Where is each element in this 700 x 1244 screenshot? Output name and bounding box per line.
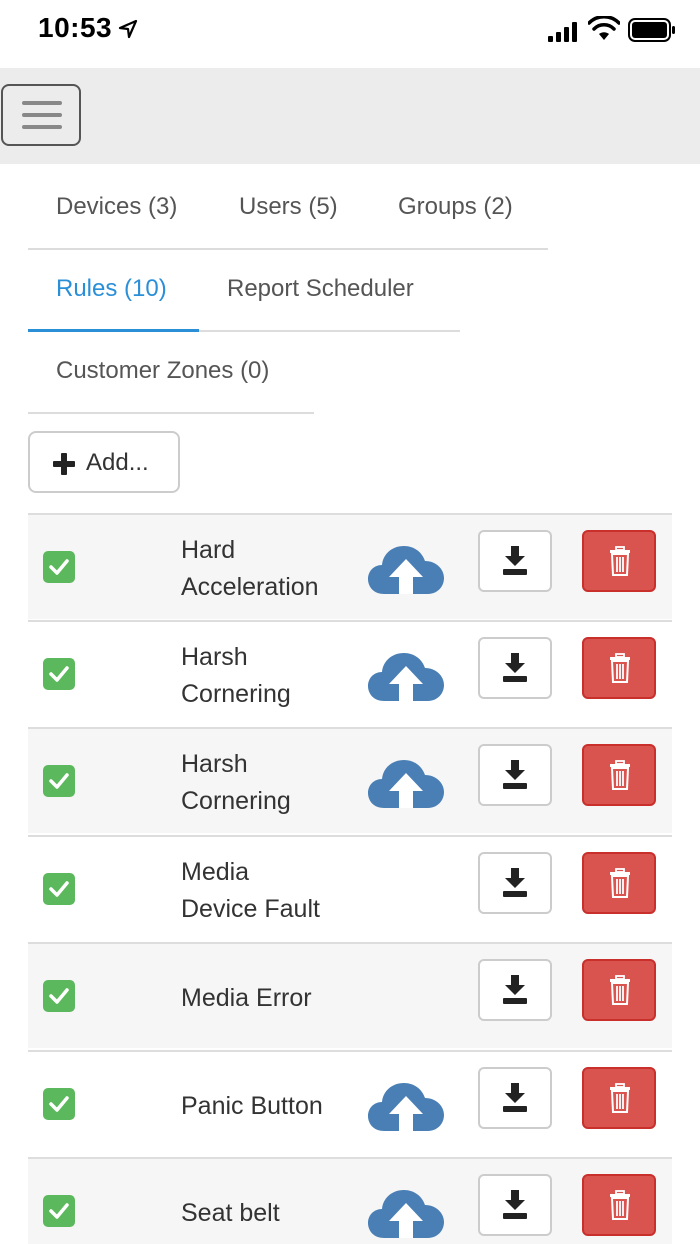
trash-icon	[610, 653, 630, 683]
download-icon	[503, 1083, 527, 1112]
plus-icon	[53, 453, 75, 475]
check-icon	[49, 559, 69, 575]
delete-button[interactable]	[582, 637, 656, 699]
delete-button[interactable]	[582, 959, 656, 1021]
rule-name: Media Device Fault	[181, 854, 320, 928]
trash-icon	[610, 1190, 630, 1220]
download-button[interactable]	[478, 637, 552, 699]
delete-button[interactable]	[582, 852, 656, 914]
check-icon	[49, 1096, 69, 1112]
download-button[interactable]	[478, 1067, 552, 1129]
cloud-upload-icon[interactable]	[368, 756, 444, 808]
check-icon	[49, 773, 69, 789]
rule-row: Harsh Cornering	[28, 727, 672, 833]
rule-row: Seat belt	[28, 1157, 672, 1244]
status-time: 10:53	[38, 12, 113, 43]
check-icon	[49, 666, 69, 682]
add-label: Add...	[86, 449, 149, 476]
cloud-upload-icon[interactable]	[368, 542, 444, 594]
tab-row-2: Rules (10) Report Scheduler	[28, 248, 460, 332]
cloud-upload-icon[interactable]	[368, 1186, 444, 1238]
trash-icon	[610, 975, 630, 1005]
cloud-upload-icon[interactable]	[368, 1079, 444, 1131]
cloud-upload-icon[interactable]	[368, 649, 444, 701]
tab-row-1: Devices (3) Users (5) Groups (2)	[28, 166, 548, 250]
rule-name-line1: Seat belt	[181, 1199, 280, 1227]
check-icon	[49, 881, 69, 897]
rule-name-line2: Device Fault	[181, 895, 320, 923]
hamburger-menu-icon	[22, 101, 62, 105]
rule-name-line1: Hard	[181, 536, 236, 564]
wifi-icon	[588, 16, 620, 40]
hamburger-menu-button[interactable]	[1, 84, 81, 146]
rule-name: Media Error	[181, 980, 312, 1017]
download-button[interactable]	[478, 852, 552, 914]
download-icon	[503, 760, 527, 789]
status-bar: 10:53	[0, 0, 700, 68]
delete-button[interactable]	[582, 530, 656, 592]
download-button[interactable]	[478, 744, 552, 806]
rule-row: Hard Acceleration	[28, 513, 672, 619]
hamburger-menu-icon-bar	[22, 125, 62, 129]
rule-name-line2: Cornering	[181, 787, 291, 815]
rule-row: Harsh Cornering	[28, 620, 672, 726]
rule-name: Hard Acceleration	[181, 532, 319, 606]
rule-checkbox[interactable]	[43, 1195, 75, 1227]
check-icon	[49, 988, 69, 1004]
rule-checkbox[interactable]	[43, 873, 75, 905]
check-icon	[49, 1203, 69, 1219]
navbar	[0, 68, 700, 164]
rule-name: Harsh Cornering	[181, 639, 291, 713]
battery-icon	[628, 18, 675, 42]
tab-groups[interactable]: Groups (2)	[398, 166, 513, 248]
trash-icon	[610, 868, 630, 898]
rule-name-line1: Media Error	[181, 984, 312, 1012]
rule-name-line2: Acceleration	[181, 573, 319, 601]
tab-rules[interactable]: Rules (10)	[28, 248, 199, 332]
rule-checkbox[interactable]	[43, 1088, 75, 1120]
tab-report-scheduler[interactable]: Report Scheduler	[227, 248, 414, 330]
trash-icon	[610, 546, 630, 576]
download-icon	[503, 546, 527, 575]
hamburger-menu-icon-bar	[22, 113, 62, 117]
rule-name-line1: Panic Button	[181, 1092, 323, 1120]
rule-checkbox[interactable]	[43, 980, 75, 1012]
tab-row-3: Customer Zones (0)	[28, 330, 314, 414]
tab-customer-zones[interactable]: Customer Zones (0)	[56, 330, 269, 412]
add-button[interactable]: Add...	[28, 431, 180, 493]
rule-checkbox[interactable]	[43, 658, 75, 690]
location-arrow-icon	[118, 19, 138, 39]
trash-icon	[610, 1083, 630, 1113]
rule-name-line1: Media	[181, 858, 250, 886]
rule-row: Media Error	[28, 942, 672, 1048]
rule-name: Seat belt	[181, 1195, 280, 1232]
download-button[interactable]	[478, 530, 552, 592]
rule-name-line2: Cornering	[181, 680, 291, 708]
download-icon	[503, 1190, 527, 1219]
rule-name: Panic Button	[181, 1088, 323, 1125]
delete-button[interactable]	[582, 1067, 656, 1129]
download-icon	[503, 653, 527, 682]
rule-checkbox[interactable]	[43, 765, 75, 797]
signal-icon	[548, 22, 577, 42]
rule-checkbox[interactable]	[43, 551, 75, 583]
trash-icon	[610, 760, 630, 790]
download-button[interactable]	[478, 959, 552, 1021]
rule-row: Panic Button	[28, 1050, 672, 1156]
delete-button[interactable]	[582, 1174, 656, 1236]
delete-button[interactable]	[582, 744, 656, 806]
rule-name-line1: Harsh	[181, 750, 248, 778]
rule-name: Harsh Cornering	[181, 746, 291, 820]
tab-devices[interactable]: Devices (3)	[56, 166, 177, 248]
download-icon	[503, 975, 527, 1004]
download-button[interactable]	[478, 1174, 552, 1236]
tab-users[interactable]: Users (5)	[239, 166, 338, 248]
download-icon	[503, 868, 527, 897]
rule-row: Media Device Fault	[28, 835, 672, 941]
rule-name-line1: Harsh	[181, 643, 248, 671]
